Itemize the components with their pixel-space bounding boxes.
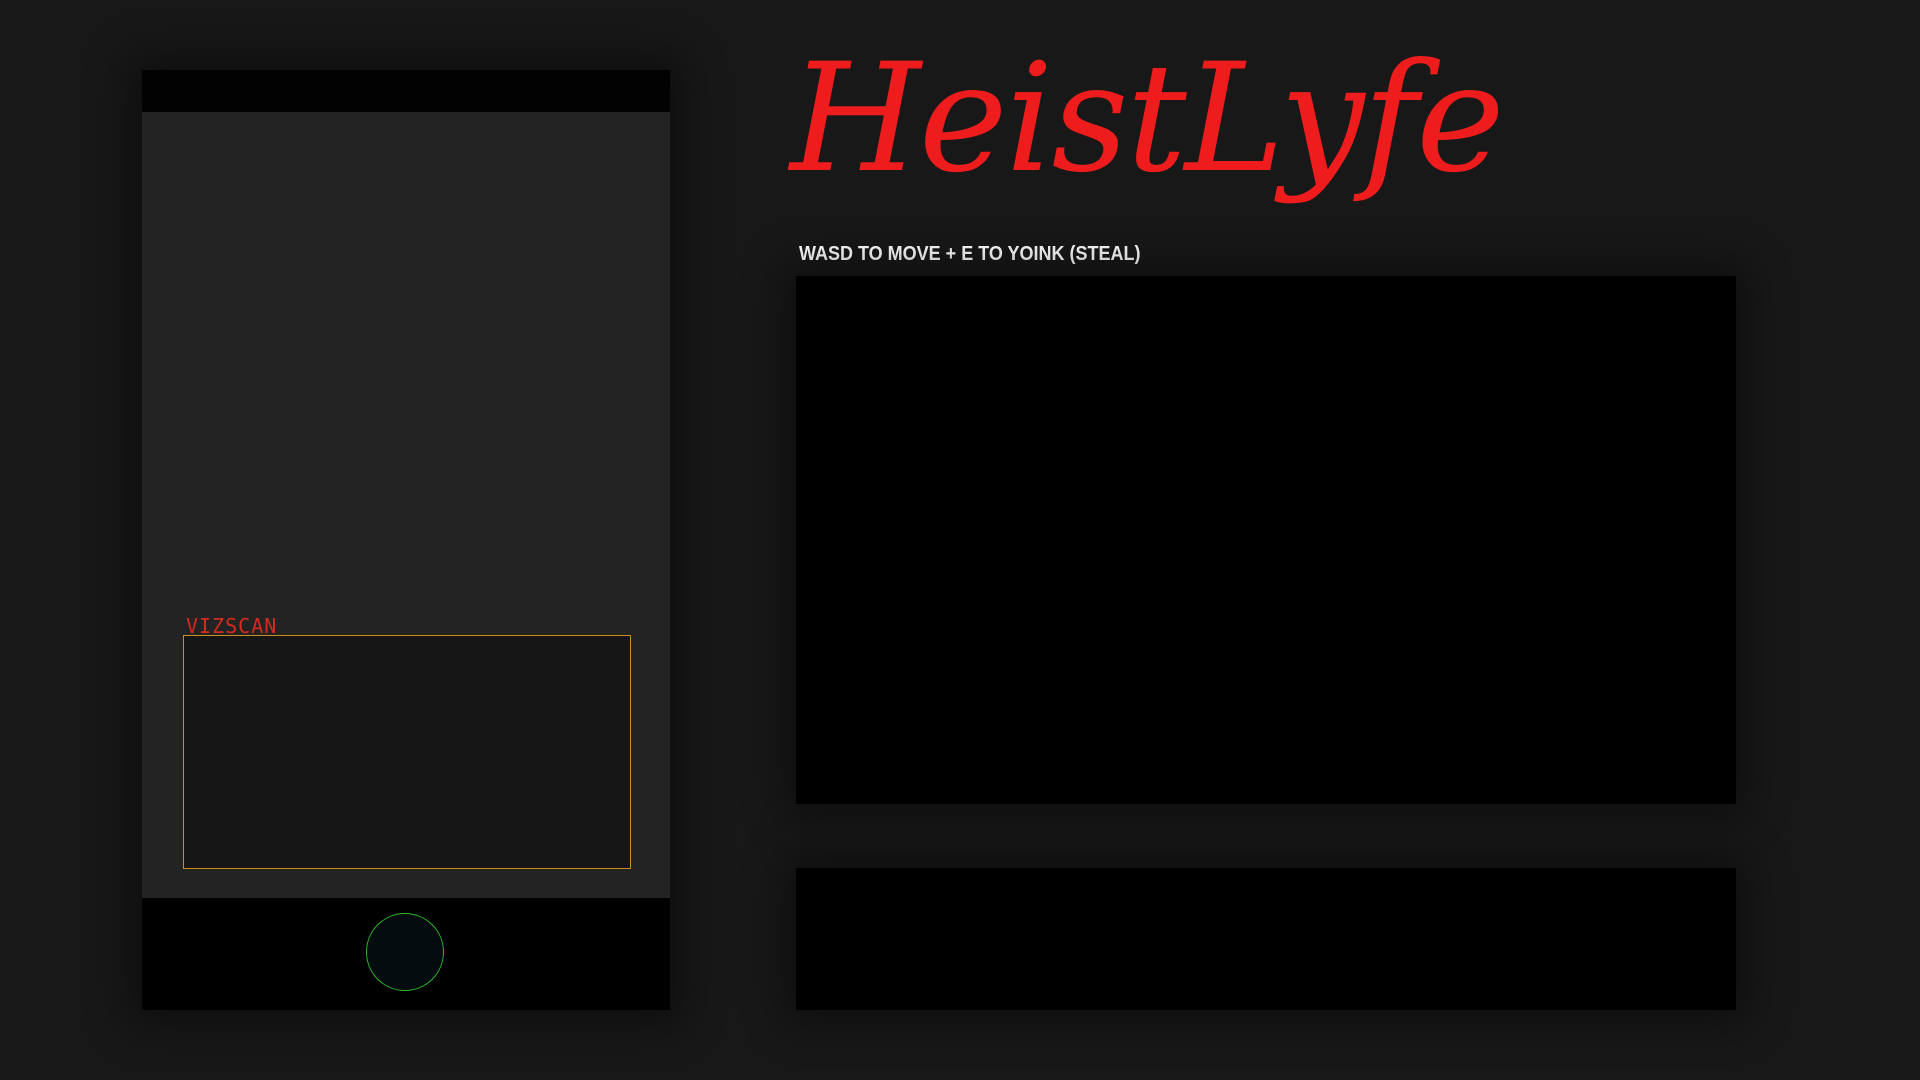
phone-status-bar	[142, 70, 670, 112]
vizscan-panel	[183, 635, 631, 869]
controls-instructions: WASD TO MOVE + E TO YOINK (STEAL)	[799, 243, 1141, 265]
phone-bottom-bar	[142, 898, 670, 1010]
game-title: HeistLyfe	[790, 32, 1505, 206]
message-panel	[796, 868, 1736, 1010]
phone-screen: VIZSCAN	[142, 112, 670, 898]
phone-device: VIZSCAN	[142, 70, 670, 1010]
home-button[interactable]	[366, 913, 444, 991]
game-canvas[interactable]	[796, 276, 1736, 804]
